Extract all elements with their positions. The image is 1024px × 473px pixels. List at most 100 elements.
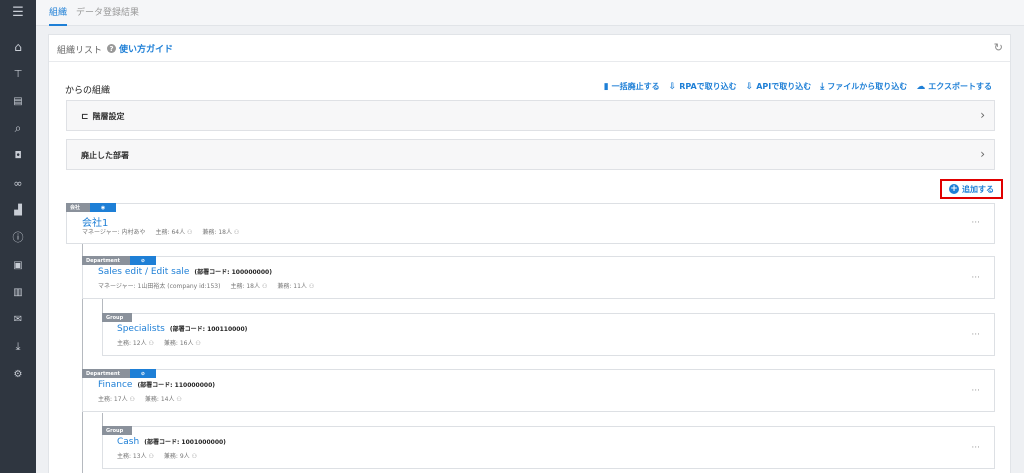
node-name-text: Specialists [117, 324, 165, 334]
node-primary-count: 主務: 18人 ⚇ [230, 283, 268, 290]
rpa-import-label: RPAで取り込む [679, 82, 737, 91]
team-icon: ⚇ [308, 283, 315, 290]
tab-data-registration-results[interactable]: データ登録結果 [76, 5, 139, 18]
import-icon: ⇩ [668, 81, 677, 92]
team-icon: ⚇ [187, 229, 193, 236]
team-icon: ⚇ [176, 396, 182, 403]
import-icon: ⇩ [745, 81, 754, 92]
more-options-icon[interactable]: ··· [971, 386, 980, 396]
abolished-departments-section[interactable]: 廃止した部署 › [66, 139, 995, 170]
node-name[interactable]: Sales edit / Edit sale (部署コード: 100000000) [98, 267, 272, 277]
api-import-button[interactable]: ⇩ APIで取り込む [746, 81, 812, 92]
abolished-departments-label: 廃止した部署 [81, 151, 129, 160]
department-code: (部署コード: 100000000) [194, 269, 272, 276]
team-icon: ⚇ [261, 283, 268, 290]
node-secondary-count: 兼務: 16人 ⚇ [163, 340, 201, 347]
document-icon[interactable]: ▤ [0, 92, 36, 110]
team-icon: ⚇ [148, 453, 154, 460]
chat-icon[interactable]: ◘ [0, 147, 36, 165]
link-icon[interactable]: ∞ [0, 174, 36, 192]
node-meta: 主務: 12人 ⚇ 兼務: 16人 ⚇ [117, 338, 201, 347]
node-meta: 主務: 17人 ⚇ 兼務: 14人 ⚇ [98, 394, 182, 403]
add-button[interactable]: + 追加する [940, 179, 1003, 199]
chart-icon[interactable]: ▟ [0, 201, 36, 219]
node-secondary-count: 兼務: 18人 ⚇ [202, 229, 240, 236]
add-button-label: 追加する [962, 184, 994, 194]
node-type-badge: 会社 [66, 203, 90, 212]
file-import-label: ファイルから取り込む [827, 82, 908, 91]
export-button[interactable]: ☁ エクスポートする [916, 81, 992, 92]
team-icon: ⚇ [129, 396, 135, 403]
download-icon[interactable]: ⤓ [0, 338, 36, 356]
info-icon[interactable]: ⓘ [0, 228, 36, 246]
more-options-icon[interactable]: ··· [971, 218, 980, 228]
node-primary-count: 主務: 17人 ⚇ [98, 396, 135, 403]
eye-icon[interactable]: ◉ [90, 203, 116, 212]
node-secondary-count: 兼務: 11人 ⚇ [277, 283, 315, 290]
search-icon[interactable]: ⌕ [0, 119, 36, 137]
hierarchy-icon: ⊏ [81, 111, 89, 122]
node-meta: マネージャー: 1山田裕太 (company id:153) 主務: 18人 ⚇… [98, 281, 314, 290]
user-settings-icon[interactable]: ⚙ [0, 365, 36, 383]
org-node-department[interactable]: Department ⊘ Finance (部署コード: 110000000) 主… [82, 369, 995, 412]
usage-guide-label: 使い方ガイド [119, 45, 174, 55]
contact-card-icon[interactable]: ▣ [0, 256, 36, 274]
node-primary-count: 主務: 64人 ⚇ [155, 229, 193, 236]
home-icon[interactable]: ⌂ [0, 38, 36, 56]
node-primary-count: 主務: 13人 ⚇ [117, 453, 154, 460]
node-name-text: Cash [117, 437, 140, 447]
sidebar: ☰ ⌂ ⊤ ▤ ⌕ ◘ ∞ ▟ ⓘ ▣ ▥ ✉ ⤓ ⚙ [0, 0, 36, 473]
org-node-group[interactable]: Group Specialists (部署コード: 100110000) 主務: … [102, 313, 995, 356]
trash-icon: ▮ [603, 81, 609, 92]
org-node-company[interactable]: 会社 ◉ 会社1 マネージャー: 内村あや 主務: 64人 ⚇ 兼務: 18人 … [66, 203, 995, 244]
team-icon: ⚇ [195, 340, 201, 347]
org-node-department[interactable]: Department ⊘ Sales edit / Edit sale (部署コー… [82, 256, 995, 299]
eye-off-icon[interactable]: ⊘ [130, 256, 156, 265]
node-type-badge: Department [82, 256, 130, 265]
node-name[interactable]: Cash (部署コード: 1001000000) [117, 437, 226, 447]
more-options-icon[interactable]: ··· [971, 273, 980, 283]
team-icon: ⚇ [148, 340, 154, 347]
node-name-text: Finance [98, 380, 133, 390]
org-node-group[interactable]: Group Cash (部署コード: 1001000000) 主務: 13人 ⚇ … [102, 426, 995, 469]
mail-icon[interactable]: ✉ [0, 310, 36, 328]
node-manager: マネージャー: 1山田裕太 (company id:153) [98, 283, 221, 290]
hierarchy-settings-section[interactable]: ⊏ 階層設定 › [66, 100, 995, 131]
bulk-abolish-label: 一括廃止する [611, 82, 660, 91]
plus-circle-icon: + [949, 184, 959, 194]
top-tab-bar: 組織 データ登録結果 [36, 0, 1024, 26]
tab-organization[interactable]: 組織 [49, 5, 68, 26]
file-download-icon: ⤓ [820, 81, 825, 92]
node-secondary-count: 兼務: 9人 ⚇ [163, 453, 197, 460]
eye-off-icon[interactable]: ⊘ [130, 369, 156, 378]
refresh-icon[interactable]: ↻ [994, 41, 1003, 54]
team-icon: ⚇ [191, 453, 197, 460]
more-options-icon[interactable]: ··· [971, 443, 980, 453]
rpa-import-button[interactable]: ⇩ RPAで取り込む [669, 81, 737, 92]
bulk-abolish-button[interactable]: ▮ 一括廃止する [604, 81, 660, 92]
book-icon[interactable]: ▥ [0, 283, 36, 301]
help-icon: ? [107, 44, 116, 53]
node-meta: マネージャー: 内村あや 主務: 64人 ⚇ 兼務: 18人 ⚇ [82, 227, 239, 236]
file-import-button[interactable]: ⤓ ファイルから取り込む [820, 81, 907, 92]
usage-guide-link[interactable]: ? 使い方ガイド [107, 42, 173, 55]
more-options-icon[interactable]: ··· [971, 330, 980, 340]
team-icon: ⚇ [233, 229, 240, 236]
department-code: (部署コード: 100110000) [169, 326, 248, 333]
panel-header: 組織リスト ? 使い方ガイド ↻ [49, 35, 1010, 62]
node-type-badge: Group [102, 426, 132, 435]
node-primary-count: 主務: 12人 ⚇ [117, 340, 154, 347]
organization-panel: 組織リスト ? 使い方ガイド ↻ からの組織 ▮ 一括廃止する ⇩ RPAで取り… [48, 34, 1011, 473]
node-secondary-count: 兼務: 14人 ⚇ [144, 396, 182, 403]
organization-title: からの組織 [65, 86, 111, 96]
org-chart-icon[interactable]: ⊤ [0, 65, 36, 83]
node-name[interactable]: Finance (部署コード: 110000000) [98, 380, 215, 390]
api-import-label: APIで取り込む [756, 82, 812, 91]
action-bar: ▮ 一括廃止する ⇩ RPAで取り込む ⇩ APIで取り込む ⤓ ファイルから取… [604, 81, 992, 92]
menu-icon[interactable]: ☰ [0, 3, 36, 21]
node-type-badge: Department [82, 369, 130, 378]
node-name[interactable]: Specialists (部署コード: 100110000) [117, 324, 247, 334]
export-label: エクスポートする [928, 82, 992, 91]
department-code: (部署コード: 1001000000) [144, 439, 226, 446]
panel-title: 組織リスト [57, 46, 103, 56]
